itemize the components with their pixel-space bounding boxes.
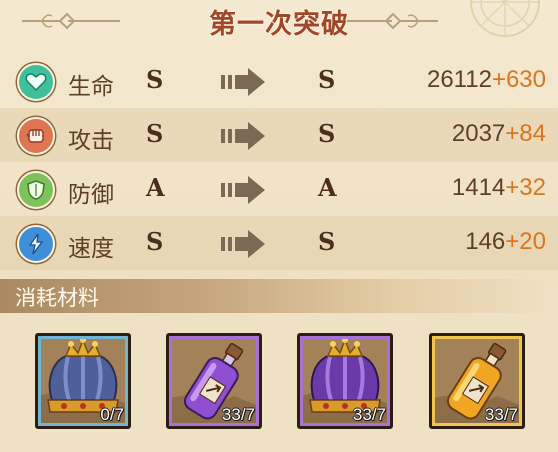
bonus-value: +32 <box>505 174 546 201</box>
arrow-right-icon <box>221 176 265 204</box>
bonus-value: +20 <box>505 228 546 255</box>
stat-name: 攻击 <box>68 128 114 154</box>
material-slot-blue-crown[interactable]: 0/7 <box>35 333 131 429</box>
base-value: 26112 <box>426 66 492 93</box>
stat-name: 防御 <box>68 182 114 208</box>
stat-row-speed: 速度 S S 146+20 <box>0 216 558 270</box>
stat-value: 1414+32 <box>452 174 546 202</box>
grade-before: A <box>146 173 165 202</box>
page-title: 第一次突破 <box>209 9 349 40</box>
stat-value: 2037+84 <box>452 120 546 148</box>
bonus-value: +84 <box>505 120 546 147</box>
stat-name: 速度 <box>68 236 114 262</box>
grade-after: S <box>318 119 336 148</box>
bonus-value: +630 <box>491 66 546 93</box>
grade-after: S <box>318 65 336 94</box>
base-value: 2037 <box>451 120 506 147</box>
grade-after: S <box>318 227 336 256</box>
grade-before: S <box>146 119 164 148</box>
grade-after: A <box>318 173 337 202</box>
stat-value: 26112+630 <box>427 66 546 94</box>
material-slot-gold-potion[interactable]: 33/7 <box>429 333 525 429</box>
fist-icon <box>17 117 55 155</box>
grade-before: S <box>146 227 164 256</box>
lightning-icon <box>17 225 55 263</box>
arrow-right-icon <box>221 68 265 96</box>
material-slot-purple-potion[interactable]: 33/7 <box>166 333 262 429</box>
base-value: 1414 <box>451 174 506 201</box>
material-slot-purple-crown[interactable]: 33/7 <box>297 333 393 429</box>
stat-name: 生命 <box>68 74 114 100</box>
stat-row-attack: 攻击 S S 2037+84 <box>0 108 558 162</box>
material-count: 33/7 <box>221 405 255 424</box>
material-count: 33/7 <box>484 405 518 424</box>
stat-row-defense: 防御 A A 1414+32 <box>0 162 558 216</box>
arrow-right-icon <box>221 230 265 258</box>
grade-before: S <box>146 65 164 94</box>
base-value: 146 <box>465 228 506 255</box>
stat-value: 146+20 <box>465 228 546 256</box>
materials-header: 消耗材料 <box>0 279 558 313</box>
material-count: 33/7 <box>352 405 386 424</box>
stat-row-hp: 生命 S S 26112+630 <box>0 54 558 108</box>
materials-header-label: 消耗材料 <box>15 286 99 310</box>
material-count: 0/7 <box>100 405 124 424</box>
arrow-right-icon <box>221 122 265 150</box>
shield-icon <box>17 171 55 209</box>
heart-icon <box>17 63 55 101</box>
